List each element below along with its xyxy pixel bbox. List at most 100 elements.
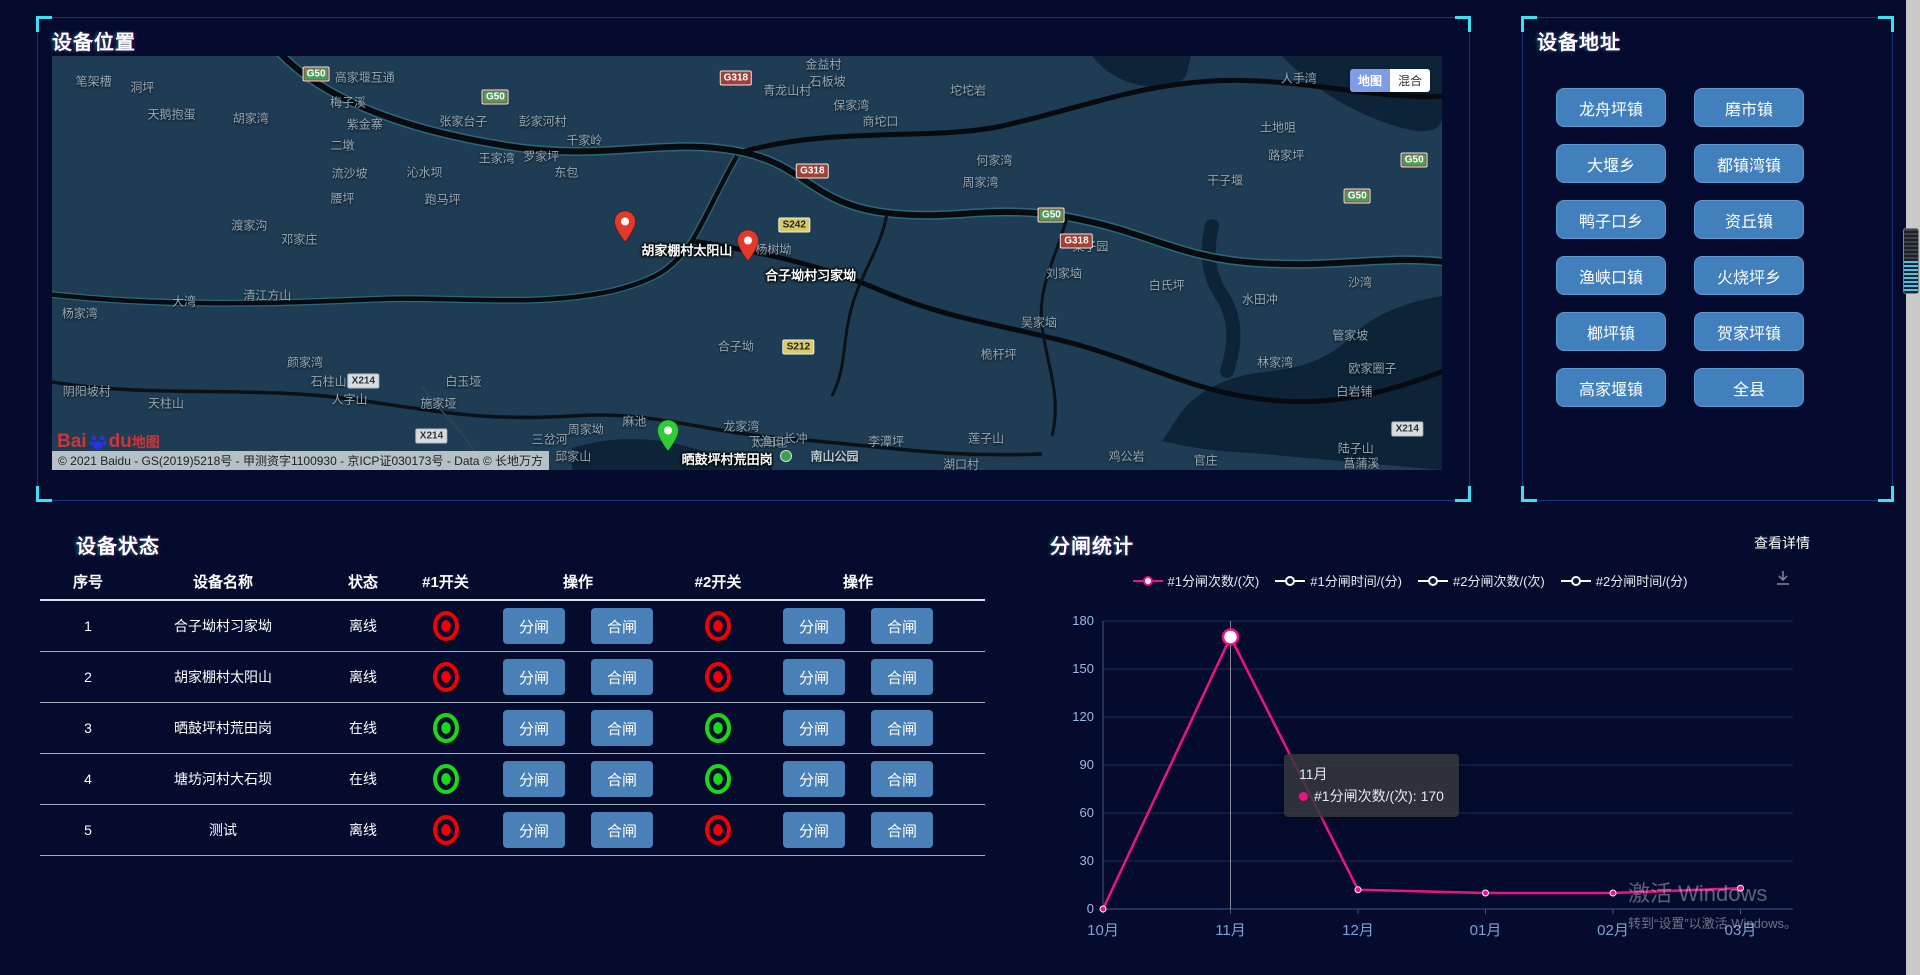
address-button[interactable]: 全县 xyxy=(1694,368,1804,407)
legend-item[interactable]: #2分闸时间/(分) xyxy=(1561,571,1688,590)
map-place-label: 欧家圈子 xyxy=(1348,360,1396,377)
open-switch1-button[interactable]: 分闸 xyxy=(503,659,565,695)
map-place-label: 杨树坳 xyxy=(755,240,791,257)
map-place-label: 罗家坪 xyxy=(523,148,559,165)
map-type-control: 地图 混合 xyxy=(1350,69,1430,92)
address-button[interactable]: 渔峡口镇 xyxy=(1556,256,1666,295)
table-row: 2胡家棚村太阳山离线分闸合闸分闸合闸 xyxy=(40,652,985,703)
tooltip-series-row: #1分闸次数/(次): 170 xyxy=(1299,785,1444,807)
map-place-label: 洞坪 xyxy=(130,79,154,96)
map-place-label: 石柱山 xyxy=(311,372,347,389)
map-place-label: 林家湾 xyxy=(1257,353,1293,370)
device-status: 离线 xyxy=(318,667,408,687)
map-type-map-button[interactable]: 地图 xyxy=(1350,69,1390,92)
device-map-pin[interactable] xyxy=(736,229,760,263)
park-icon xyxy=(780,450,792,462)
open-switch2-button[interactable]: 分闸 xyxy=(783,761,845,797)
page-scrollbar-track[interactable] xyxy=(1906,0,1920,975)
address-button[interactable]: 磨市镇 xyxy=(1694,88,1804,127)
open-switch1-button[interactable]: 分闸 xyxy=(503,761,565,797)
map-place-label: 胡家湾 xyxy=(233,110,269,127)
legend-line-icon xyxy=(1133,576,1163,586)
address-button[interactable]: 资丘镇 xyxy=(1694,200,1804,239)
device-name: 塘坊河村大石坝 xyxy=(128,769,318,789)
device-map-pin[interactable] xyxy=(613,210,637,244)
close-switch1-button[interactable]: 合闸 xyxy=(591,812,653,848)
download-icon[interactable] xyxy=(1774,569,1792,592)
baidu-map[interactable]: 笔架槽洞坪高家堰互通天鹅抱蛋胡家湾梅子溪紫金寨二墩张家台子彭家河村千家岭王家湾罗… xyxy=(52,56,1442,470)
address-button[interactable]: 大堰乡 xyxy=(1556,144,1666,183)
road-shield-badge: X214 xyxy=(416,429,447,444)
address-button[interactable]: 都镇湾镇 xyxy=(1694,144,1804,183)
legend-item[interactable]: #2分闸次数/(次) xyxy=(1418,571,1545,590)
address-button[interactable]: 龙舟坪镇 xyxy=(1556,88,1666,127)
map-place-label: 三岔河 xyxy=(532,431,568,448)
open-switch2-button[interactable]: 分闸 xyxy=(783,812,845,848)
close-switch2-button[interactable]: 合闸 xyxy=(871,761,933,797)
map-place-label: 李潭坪 xyxy=(868,433,904,450)
open-switch1-button[interactable]: 分闸 xyxy=(503,710,565,746)
map-place-label: 千家岭 xyxy=(566,132,602,149)
close-switch1-button[interactable]: 合闸 xyxy=(591,608,653,644)
address-button[interactable]: 火烧坪乡 xyxy=(1694,256,1804,295)
map-place-label: 麻池 xyxy=(622,413,646,430)
x-axis-tick-label: 11月 xyxy=(1215,922,1246,939)
close-switch1-button[interactable]: 合闸 xyxy=(591,710,653,746)
column-header: 操作 xyxy=(483,571,673,592)
map-place-label: 白氏坪 xyxy=(1149,276,1185,293)
map-place-label: 高家堰互通 xyxy=(335,68,395,85)
device-status: 在线 xyxy=(318,769,408,789)
legend-item[interactable]: #1分闸时间/(分) xyxy=(1275,571,1402,590)
open-switch2-button[interactable]: 分闸 xyxy=(783,710,845,746)
view-details-link[interactable]: 查看详情 xyxy=(1754,533,1810,553)
address-button[interactable]: 榔坪镇 xyxy=(1556,312,1666,351)
open-switch2-button[interactable]: 分闸 xyxy=(783,608,845,644)
map-place-label: 颜家湾 xyxy=(287,354,323,371)
map-type-mix-button[interactable]: 混合 xyxy=(1390,69,1430,92)
x-axis-tick-label: 03月 xyxy=(1725,922,1757,939)
row-index: 1 xyxy=(48,618,128,634)
address-button[interactable]: 贺家坪镇 xyxy=(1694,312,1804,351)
open-switch1-button[interactable]: 分闸 xyxy=(503,608,565,644)
switch1-cell xyxy=(408,815,483,845)
y-axis-tick-label: 150 xyxy=(1072,661,1094,676)
baidu-logo-map-text: 地图 xyxy=(132,432,160,452)
switch-off-statistics-panel: 分闸统计 查看详情 #1分闸次数/(次) #1分闸时间/(分) #2分闸次数/(次)… xyxy=(1030,525,1830,965)
baidu-logo-text: Bai xyxy=(57,431,87,453)
close-switch1-button[interactable]: 合闸 xyxy=(591,761,653,797)
open-switch1-button[interactable]: 分闸 xyxy=(503,812,565,848)
legend-item[interactable]: #1分闸次数/(次) xyxy=(1133,571,1260,590)
map-place-label: 腰坪 xyxy=(330,190,354,207)
close-switch2-button[interactable]: 合闸 xyxy=(871,659,933,695)
close-switch2-button[interactable]: 合闸 xyxy=(871,710,933,746)
x-axis-tick-label: 01月 xyxy=(1470,922,1502,939)
switch2-indicator-red xyxy=(705,815,731,845)
map-place-label: 保家湾 xyxy=(833,96,869,113)
map-place-label: 彭家河村 xyxy=(519,112,567,129)
open-switch2-button[interactable]: 分闸 xyxy=(783,659,845,695)
map-place-label: 桅杆坪 xyxy=(981,345,1017,362)
map-place-label: 白玉垭 xyxy=(445,372,481,389)
data-point xyxy=(1610,890,1616,896)
address-button[interactable]: 高家堰镇 xyxy=(1556,368,1666,407)
chart-title: 分闸统计 xyxy=(1050,530,1134,559)
device-map-pin[interactable] xyxy=(656,419,680,453)
data-point xyxy=(1355,887,1361,893)
x-axis-tick-label: 12月 xyxy=(1342,922,1374,939)
close-switch1-button[interactable]: 合闸 xyxy=(591,659,653,695)
address-button[interactable]: 鸭子口乡 xyxy=(1556,200,1666,239)
map-place-label: 天柱山 xyxy=(148,394,184,411)
map-place-label: 菖蒲溪 xyxy=(1343,454,1379,470)
device-location-panel: 设备位置 笔架槽洞坪高家堰互通天鹅抱蛋胡家湾梅子溪紫金寨二 xyxy=(37,17,1470,501)
switch1-cell xyxy=(408,764,483,794)
x-axis-tick-label: 10月 xyxy=(1087,922,1119,939)
page-scrollbar-thumb[interactable] xyxy=(1903,228,1919,294)
map-place-label: 商坨口 xyxy=(862,112,898,129)
close-switch2-button[interactable]: 合闸 xyxy=(871,608,933,644)
close-switch2-button[interactable]: 合闸 xyxy=(871,812,933,848)
map-place-label: 邓家庄 xyxy=(281,230,317,247)
y-axis-tick-label: 90 xyxy=(1080,757,1094,772)
scrollbar-thumb-stripes xyxy=(1904,229,1918,261)
legend-label: #1分闸次数/(次) xyxy=(1168,571,1260,590)
switch2-indicator-green xyxy=(705,764,731,794)
